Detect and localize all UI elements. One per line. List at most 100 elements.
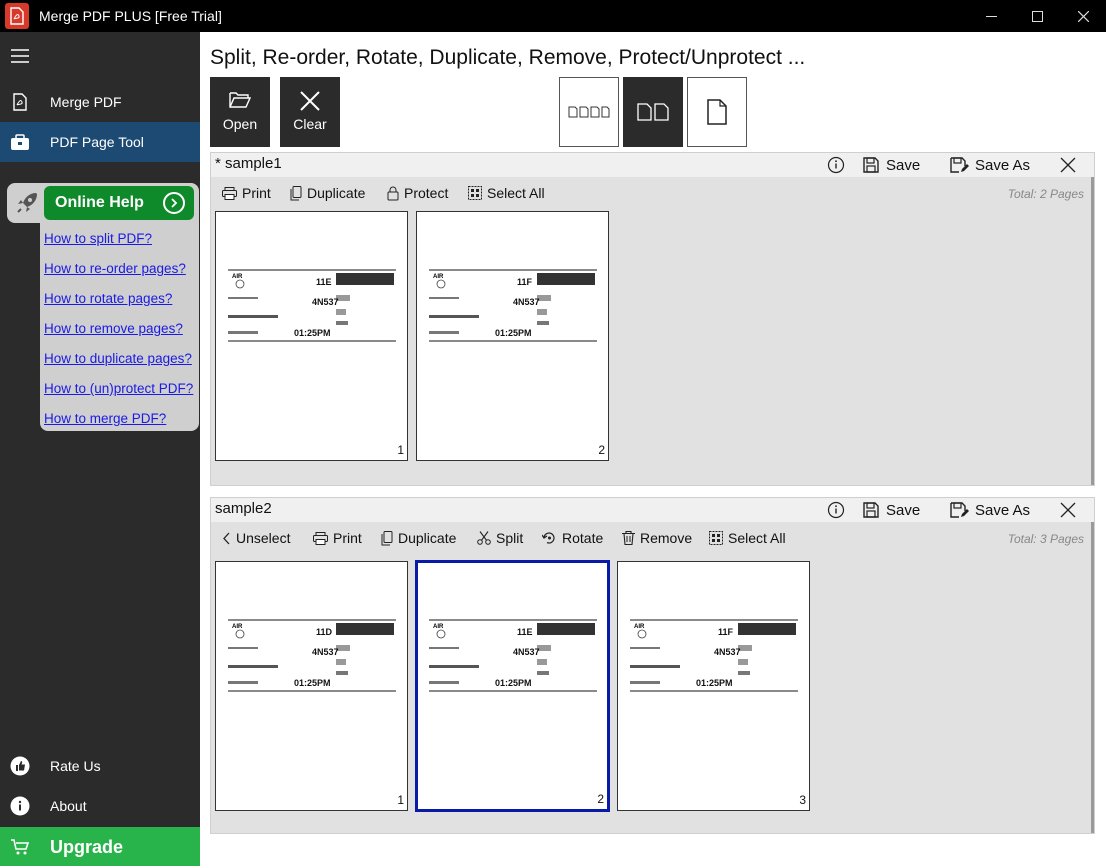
scrollbar[interactable] [1091, 522, 1094, 833]
help-link-split[interactable]: How to split PDF? [44, 231, 152, 246]
document-toolbar: Unselect Print Duplicate Split Rotate Re… [211, 524, 1094, 554]
seat-number: 11E [316, 277, 332, 287]
cart-icon [11, 839, 30, 855]
close-document-icon[interactable] [1060, 156, 1076, 174]
save-as-icon [950, 502, 969, 518]
help-link-reorder[interactable]: How to re-order pages? [44, 261, 186, 276]
help-link-protect[interactable]: How to (un)protect PDF? [44, 381, 193, 396]
merge-pdf-icon [13, 93, 27, 111]
page-thumbnail[interactable]: AIR 11D 4N537 01:25PM 1 [215, 561, 408, 811]
folder-open-icon [229, 92, 251, 108]
print-button[interactable]: Print [313, 530, 362, 546]
close-document-icon[interactable] [1060, 501, 1076, 519]
sidebar-item-about[interactable]: About [0, 786, 200, 826]
hamburger-menu-icon[interactable] [11, 49, 29, 63]
select-all-button[interactable]: Select All [709, 530, 786, 546]
maximize-button[interactable] [1014, 0, 1060, 32]
flight-number: 4N537 [513, 297, 540, 307]
page-number: 2 [598, 443, 605, 457]
view-medium-thumbnails-button[interactable] [623, 77, 683, 147]
rotate-button[interactable]: Rotate [542, 530, 603, 546]
page-thumbnail-selected[interactable]: AIR 11E 4N537 01:25PM 2 [415, 560, 610, 812]
help-link-remove[interactable]: How to remove pages? [44, 321, 183, 336]
departure-time: 01:25PM [495, 328, 532, 338]
printer-icon [222, 186, 237, 200]
minimize-button[interactable] [968, 0, 1014, 32]
view-small-thumbnails-button[interactable] [559, 77, 619, 147]
sidebar-item-label: PDF Page Tool [50, 134, 144, 150]
flight-number: 4N537 [312, 647, 339, 657]
svg-text:AIR: AIR [232, 274, 243, 280]
save-as-button[interactable]: Save As [949, 153, 1030, 177]
split-label: Split [496, 530, 524, 546]
save-icon [863, 157, 879, 173]
protect-button[interactable]: Protect [387, 185, 448, 201]
page-thumbnail[interactable]: AIR 11E 4N537 01:25PM 1 [215, 211, 408, 461]
boarding-pass-preview: AIR 11F 4N537 01:25PM [630, 619, 798, 693]
upgrade-button[interactable]: Upgrade [0, 827, 200, 866]
document-header: * sample1 Save Save As [211, 153, 1094, 177]
save-as-label: Save As [975, 156, 1031, 174]
online-help-panel: Online Help How to split PDF? How to re-… [7, 183, 199, 431]
duplicate-icon [290, 185, 302, 200]
open-button[interactable]: Open [210, 77, 270, 147]
info-icon[interactable] [827, 500, 845, 520]
total-pages: Total: 3 Pages [1007, 532, 1084, 546]
help-link-merge[interactable]: How to merge PDF? [44, 411, 166, 426]
duplicate-button[interactable]: Duplicate [381, 530, 456, 546]
help-link-rotate[interactable]: How to rotate pages? [44, 291, 172, 306]
toolbox-icon [11, 134, 29, 150]
select-all-icon [468, 186, 482, 200]
trash-icon [622, 531, 635, 545]
departure-time: 01:25PM [696, 678, 733, 688]
app-logo-icon [5, 3, 29, 29]
small-pages-icon [568, 106, 610, 118]
split-button[interactable]: Split [477, 530, 523, 546]
duplicate-label: Duplicate [398, 530, 457, 546]
chevron-right-icon [163, 192, 185, 214]
total-pages: Total: 2 Pages [1007, 187, 1084, 201]
page-thumbnail[interactable]: AIR 11F 4N537 01:25PM 3 [617, 561, 810, 811]
select-all-button[interactable]: Select All [468, 185, 545, 201]
unselect-label: Unselect [236, 530, 291, 546]
select-all-icon [709, 531, 723, 545]
document-header: sample2 Save Save As [211, 498, 1094, 522]
close-window-button[interactable] [1060, 0, 1106, 32]
flight-number: 4N537 [312, 297, 339, 307]
page-thumbnail[interactable]: AIR 11F 4N537 01:25PM 2 [416, 211, 609, 461]
document-name: * sample1 [215, 155, 282, 172]
svg-text:AIR: AIR [433, 274, 444, 280]
info-icon[interactable] [827, 155, 845, 175]
rotate-icon [542, 532, 555, 544]
help-link-duplicate[interactable]: How to duplicate pages? [44, 351, 192, 366]
save-as-button[interactable]: Save As [949, 498, 1030, 522]
print-label: Print [242, 185, 271, 201]
online-help-button[interactable]: Online Help [44, 186, 194, 220]
seat-number: 11F [718, 627, 734, 637]
seat-number: 11F [517, 277, 533, 287]
save-button[interactable]: Save [862, 153, 920, 177]
clear-button[interactable]: Clear [280, 77, 340, 147]
sidebar-item-merge-pdf[interactable]: Merge PDF [0, 82, 200, 122]
page-number: 2 [597, 792, 604, 806]
save-button[interactable]: Save [862, 498, 920, 522]
scrollbar[interactable] [1091, 177, 1094, 485]
sidebar-item-rate-us[interactable]: Rate Us [0, 746, 200, 786]
view-large-thumbnails-button[interactable] [687, 77, 747, 147]
seat-number: 11D [316, 627, 333, 637]
window-title: Merge PDF PLUS [Free Trial] [39, 8, 222, 24]
sidebar-item-pdf-page-tool[interactable]: PDF Page Tool [0, 122, 200, 162]
print-label: Print [333, 530, 362, 546]
upgrade-label: Upgrade [50, 837, 124, 857]
svg-text:AIR: AIR [433, 624, 444, 630]
unselect-button[interactable]: Unselect [222, 530, 290, 546]
select-all-label: Select All [728, 530, 786, 546]
seat-number: 11E [517, 627, 533, 637]
minimize-icon [985, 15, 997, 17]
select-all-label: Select All [487, 185, 545, 201]
document-name: sample2 [215, 500, 272, 517]
document-toolbar: Print Duplicate Protect Select All Total… [211, 179, 1094, 209]
remove-button[interactable]: Remove [622, 530, 692, 546]
print-button[interactable]: Print [222, 185, 271, 201]
duplicate-button[interactable]: Duplicate [290, 185, 365, 201]
